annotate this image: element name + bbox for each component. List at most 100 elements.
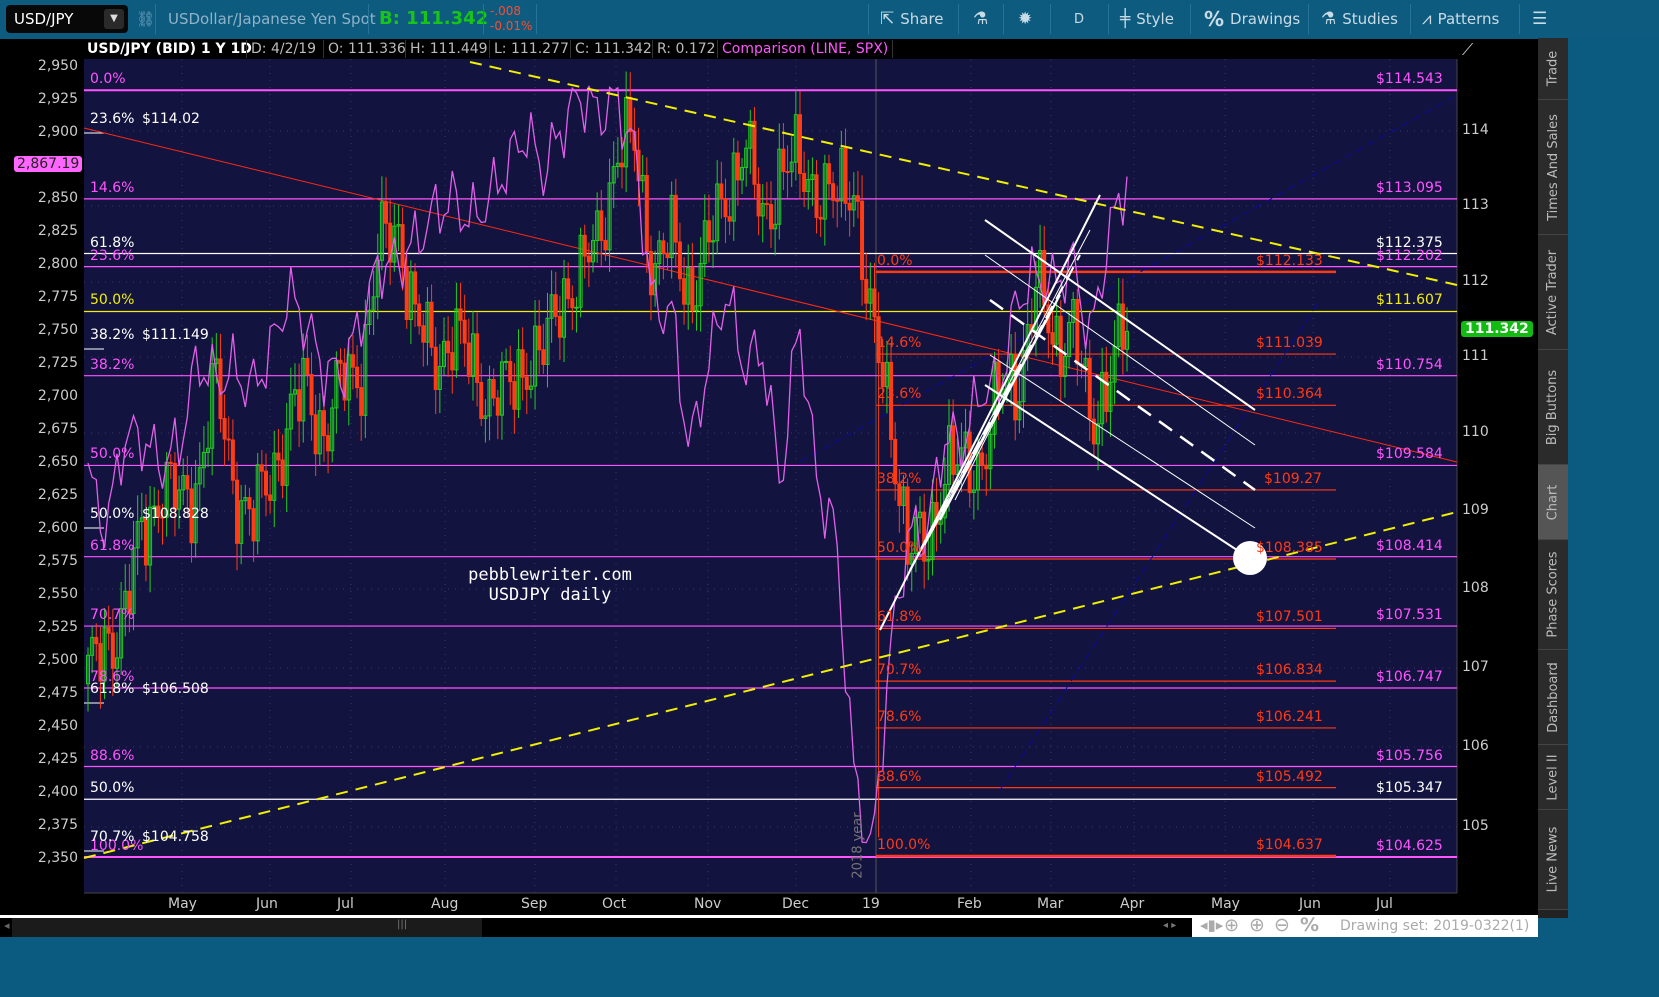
fib-pct-label: 38.2% bbox=[877, 470, 922, 487]
left-axis-tick: 2,725 bbox=[37, 355, 78, 371]
crosshair-icon[interactable]: ⊕ bbox=[1224, 915, 1239, 936]
side-tab-live-news[interactable]: Live News bbox=[1538, 810, 1568, 910]
candle-down bbox=[553, 294, 558, 318]
left-axis-tick: 2,425 bbox=[37, 751, 78, 767]
candle-down bbox=[458, 308, 463, 321]
pan-icon[interactable]: ◂▮▸ bbox=[1200, 916, 1223, 934]
candle-down bbox=[835, 199, 840, 202]
candle-down bbox=[338, 359, 343, 364]
candle-down bbox=[599, 210, 604, 241]
candle-down bbox=[384, 201, 389, 224]
right-axis-tick: 112 bbox=[1462, 273, 1489, 289]
month-label: Dec bbox=[782, 896, 810, 912]
fib-pct-label: 38.2% bbox=[90, 327, 135, 343]
fib-price-label: $109.27 bbox=[1264, 470, 1322, 487]
zoom-out-icon[interactable]: ⊖ bbox=[1274, 914, 1290, 936]
month-label: Jun bbox=[256, 896, 278, 912]
candle-down bbox=[566, 278, 571, 300]
month-label: Feb bbox=[957, 896, 982, 912]
fib-pct-label: 88.6% bbox=[90, 747, 135, 764]
candle-down bbox=[628, 96, 633, 133]
candle-down bbox=[843, 147, 848, 204]
candle-down bbox=[259, 464, 264, 472]
right-axis-tick: 111 bbox=[1462, 348, 1489, 364]
candle-down bbox=[110, 632, 115, 669]
fib-price-label: $104.637 bbox=[1256, 837, 1323, 854]
fib-pct-label: 78.6% bbox=[877, 708, 922, 725]
scroll-left-icon[interactable]: ◂ bbox=[4, 919, 10, 932]
candle-down bbox=[984, 464, 989, 470]
right-axis-tick: 105 bbox=[1462, 818, 1489, 834]
candle-down bbox=[520, 349, 525, 378]
year-separator-label: 2018 year bbox=[850, 812, 866, 879]
fib-price-label: $108.414 bbox=[1376, 537, 1443, 554]
watermark-site: pebblewriter.com bbox=[468, 565, 632, 585]
fib-pct-label: 0.0% bbox=[90, 71, 126, 88]
scrollbar-thumb[interactable] bbox=[12, 918, 482, 937]
side-tab-phase-scores[interactable]: Phase Scores bbox=[1538, 540, 1568, 650]
right-axis-tick: 110 bbox=[1462, 424, 1489, 440]
candle-down bbox=[570, 298, 575, 309]
side-tab-label: Chart bbox=[1545, 484, 1561, 520]
candle-down bbox=[185, 475, 190, 490]
candle-down bbox=[247, 497, 252, 510]
candle-down bbox=[404, 267, 409, 321]
candle-down bbox=[727, 216, 732, 222]
fib-price-label: $106.834 bbox=[1256, 662, 1323, 679]
side-tab-chart[interactable]: Chart bbox=[1538, 465, 1568, 540]
candle-down bbox=[413, 271, 418, 305]
month-label: May bbox=[1211, 896, 1240, 912]
side-tab-level-ii[interactable]: Level II bbox=[1538, 745, 1568, 810]
side-tab-times-and-sales[interactable]: Times And Sales bbox=[1538, 100, 1568, 235]
candle-down bbox=[1104, 371, 1109, 412]
scroll-arrows-icon[interactable]: ◂ ▸ bbox=[1163, 920, 1176, 931]
candle-down bbox=[429, 301, 434, 348]
drawing-set-selector[interactable]: Drawing set: 2019-0322(1) bbox=[1340, 918, 1529, 934]
left-axis-tick: 2,950 bbox=[37, 58, 78, 74]
fib-price-label: $108.828 bbox=[142, 506, 209, 522]
left-axis-tick: 2,475 bbox=[37, 685, 78, 701]
candle-down bbox=[619, 162, 624, 168]
candle-down bbox=[785, 171, 790, 174]
left-axis-tick: 2,700 bbox=[37, 388, 78, 404]
candle-down bbox=[235, 479, 240, 544]
candle-down bbox=[537, 325, 542, 351]
left-axis-tick: 2,750 bbox=[37, 322, 78, 338]
side-tab-label: Level II bbox=[1545, 753, 1561, 801]
month-label: Jul bbox=[1376, 896, 1393, 912]
side-tab-big-buttons[interactable]: Big Buttons bbox=[1538, 350, 1568, 465]
fib-price-label: $110.364 bbox=[1256, 386, 1323, 403]
candle-down bbox=[417, 303, 422, 327]
candle-down bbox=[603, 239, 608, 251]
candle-down bbox=[263, 470, 268, 496]
candle-down bbox=[297, 389, 302, 422]
side-tab-active-trader[interactable]: Active Trader bbox=[1538, 235, 1568, 350]
right-axis-tick: 109 bbox=[1462, 502, 1489, 518]
fib-price-label: $104.625 bbox=[1376, 838, 1443, 854]
side-tab-trade[interactable]: Trade bbox=[1538, 38, 1568, 100]
side-tabs: Trade Times And Sales Active Trader Big But… bbox=[1538, 38, 1568, 918]
left-axis-tick: 2,450 bbox=[37, 718, 78, 734]
side-tab-dashboard[interactable]: Dashboard bbox=[1538, 650, 1568, 745]
candle-down bbox=[168, 461, 173, 464]
fib-pct-label: 61.8% bbox=[90, 681, 135, 697]
candle-down bbox=[1050, 332, 1055, 345]
candle-down bbox=[682, 278, 687, 305]
candle-down bbox=[321, 410, 326, 437]
candle-down bbox=[309, 373, 314, 416]
left-axis-tick: 2,825 bbox=[37, 223, 78, 239]
left-axis-tick: 2,900 bbox=[37, 124, 78, 140]
candle-down bbox=[781, 148, 786, 173]
candle-down bbox=[106, 627, 111, 634]
right-axis-tick: 108 bbox=[1462, 580, 1489, 596]
left-axis-tick: 2,525 bbox=[37, 619, 78, 635]
candle-down bbox=[756, 183, 761, 217]
side-tab-label: Times And Sales bbox=[1545, 113, 1561, 221]
percent-icon[interactable]: % bbox=[1300, 914, 1319, 936]
candle-down bbox=[359, 387, 364, 416]
zoom-in-icon[interactable]: ⊕ bbox=[1249, 914, 1265, 936]
month-label: Mar bbox=[1037, 896, 1064, 912]
fib-pct-label: 0.0% bbox=[877, 252, 913, 269]
fib-pct-label: 61.8% bbox=[90, 234, 135, 251]
candle-down bbox=[268, 494, 273, 501]
